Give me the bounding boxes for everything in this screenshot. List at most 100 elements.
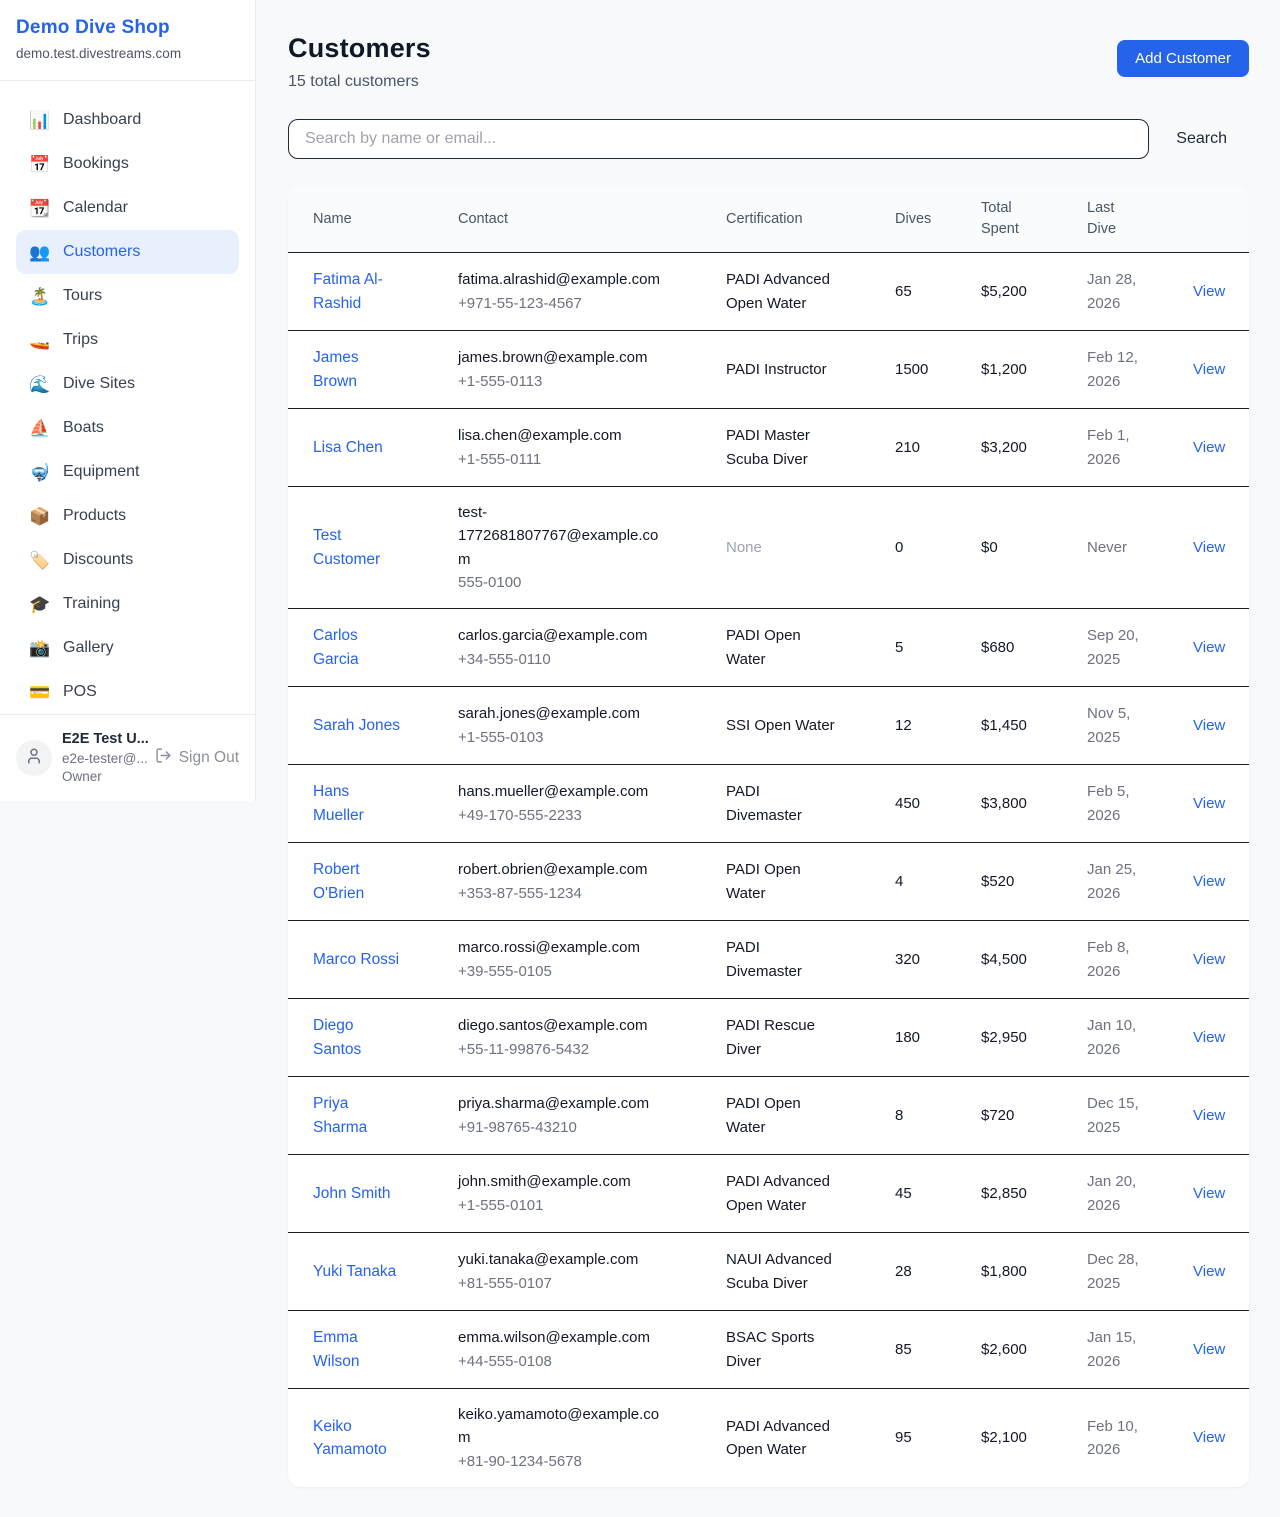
customer-certification: PADI Divemaster [726, 780, 838, 827]
customer-certification: PADI Master Scuba Diver [726, 424, 838, 471]
view-link[interactable]: View [1193, 1185, 1225, 1202]
sidebar-item-label: Gallery [63, 639, 114, 657]
sidebar-item-customers[interactable]: 👥 Customers [16, 230, 239, 274]
sidebar-item-products[interactable]: 📦 Products [16, 494, 239, 538]
customer-certification: PADI Advanced Open Water [726, 268, 838, 315]
customer-email: yuki.tanaka@example.com [458, 1248, 666, 1271]
sidebar-item-label: Trips [63, 331, 98, 349]
customer-total-spent: $2,600 [969, 1311, 1075, 1389]
customer-certification: PADI Open Water [726, 858, 838, 905]
customer-phone: 555-0100 [458, 571, 666, 594]
search-input[interactable] [288, 119, 1149, 159]
avatar [16, 740, 52, 776]
customer-name-link[interactable]: Emma Wilson [313, 1326, 403, 1373]
view-link[interactable]: View [1193, 439, 1225, 456]
user-info: E2E Test U... e2e-tester@... Owner [62, 730, 145, 786]
gallery-icon: 📸 [29, 640, 50, 657]
main-content: Customers 15 total customers Add Custome… [256, 0, 1280, 1517]
sidebar-item-bookings[interactable]: 📅 Bookings [16, 142, 239, 186]
customer-name-link[interactable]: Hans Mueller [313, 780, 403, 827]
customer-name-link[interactable]: Diego Santos [313, 1014, 403, 1061]
search-button[interactable]: Search [1176, 130, 1227, 148]
customer-name-link[interactable]: James Brown [313, 346, 403, 393]
customer-phone: +81-90-1234-5678 [458, 1450, 666, 1473]
customer-email: robert.obrien@example.com [458, 858, 666, 881]
sidebar-item-dashboard[interactable]: 📊 Dashboard [16, 98, 239, 142]
customer-phone: +44-555-0108 [458, 1350, 666, 1373]
table-row: Robert O'Brien robert.obrien@example.com… [288, 843, 1249, 921]
customer-name-link[interactable]: Keiko Yamamoto [313, 1415, 403, 1462]
sidebar-item-label: Dashboard [63, 111, 141, 129]
customer-email: carlos.garcia@example.com [458, 624, 666, 647]
view-link[interactable]: View [1193, 951, 1225, 968]
column-header-name: Name [288, 186, 446, 253]
user-name: E2E Test U... [62, 730, 145, 750]
bookings-icon: 📅 [29, 156, 50, 173]
sidebar-item-discounts[interactable]: 🏷️ Discounts [16, 538, 239, 582]
sidebar-item-boats[interactable]: ⛵ Boats [16, 406, 239, 450]
view-link[interactable]: View [1193, 717, 1225, 734]
tours-icon: 🏝️ [29, 288, 50, 305]
view-link[interactable]: View [1193, 873, 1225, 890]
customer-phone: +353-87-555-1234 [458, 882, 666, 905]
customer-email: john.smith@example.com [458, 1170, 666, 1193]
customer-name-link[interactable]: Lisa Chen [313, 436, 383, 459]
customer-dives: 85 [883, 1311, 969, 1389]
customer-email: test-1772681807767@example.com [458, 501, 666, 571]
customer-last-dive: Jan 15, 2026 [1087, 1326, 1143, 1373]
customer-name-link[interactable]: Test Customer [313, 524, 403, 571]
sidebar-item-equipment[interactable]: 🤿 Equipment [16, 450, 239, 494]
customer-name-link[interactable]: Priya Sharma [313, 1092, 403, 1139]
view-link[interactable]: View [1193, 361, 1225, 378]
view-link[interactable]: View [1193, 1107, 1225, 1124]
sidebar-item-training[interactable]: 🎓 Training [16, 582, 239, 626]
sidebar-item-pos[interactable]: 💳 POS [16, 670, 239, 714]
sidebar-item-trips[interactable]: 🚤 Trips [16, 318, 239, 362]
view-link[interactable]: View [1193, 1429, 1225, 1446]
sidebar-item-label: POS [63, 683, 97, 701]
column-header-contact: Contact [446, 186, 714, 253]
customer-certification: BSAC Sports Diver [726, 1326, 838, 1373]
sidebar-item-label: Discounts [63, 551, 133, 569]
customer-email: hans.mueller@example.com [458, 780, 666, 803]
view-link[interactable]: View [1193, 1341, 1225, 1358]
column-header-total-spent: Total Spent [969, 186, 1075, 253]
customer-last-dive: Jan 28, 2026 [1087, 268, 1143, 315]
customer-last-dive: Feb 12, 2026 [1087, 346, 1143, 393]
shop-name: Demo Dive Shop [16, 17, 239, 39]
customer-count: 15 total customers [288, 73, 431, 91]
customer-name-link[interactable]: Carlos Garcia [313, 624, 403, 671]
view-link[interactable]: View [1193, 539, 1225, 556]
customer-certification: PADI Open Water [726, 624, 838, 671]
view-link[interactable]: View [1193, 795, 1225, 812]
column-header-actions [1181, 186, 1249, 253]
view-link[interactable]: View [1193, 1029, 1225, 1046]
customer-dives: 5 [883, 609, 969, 687]
sidebar-item-dive-sites[interactable]: 🌊 Dive Sites [16, 362, 239, 406]
sidebar-item-calendar[interactable]: 📆 Calendar [16, 186, 239, 230]
customer-total-spent: $1,200 [969, 331, 1075, 409]
sidebar-nav: 📊 Dashboard 📅 Bookings 📆 Calendar 👥 Cust… [0, 81, 255, 714]
view-link[interactable]: View [1193, 1263, 1225, 1280]
sidebar-item-tours[interactable]: 🏝️ Tours [16, 274, 239, 318]
customer-name-link[interactable]: Marco Rossi [313, 948, 399, 971]
customer-name-link[interactable]: Robert O'Brien [313, 858, 403, 905]
customer-name-link[interactable]: John Smith [313, 1182, 391, 1205]
customer-name-link[interactable]: Fatima Al-Rashid [313, 268, 403, 315]
customers-table: Name Contact Certification Dives Total S… [288, 186, 1249, 1487]
customer-total-spent: $2,100 [969, 1389, 1075, 1487]
equipment-icon: 🤿 [29, 464, 50, 481]
view-link[interactable]: View [1193, 283, 1225, 300]
customer-total-spent: $520 [969, 843, 1075, 921]
view-link[interactable]: View [1193, 639, 1225, 656]
sign-out-button[interactable]: Sign Out [155, 747, 239, 769]
customer-phone: +1-555-0101 [458, 1194, 666, 1217]
customer-name-link[interactable]: Sarah Jones [313, 714, 400, 737]
sidebar-item-gallery[interactable]: 📸 Gallery [16, 626, 239, 670]
pos-icon: 💳 [29, 684, 50, 701]
add-customer-button[interactable]: Add Customer [1117, 40, 1249, 77]
customer-last-dive: Sep 20, 2025 [1087, 624, 1143, 671]
customer-name-link[interactable]: Yuki Tanaka [313, 1260, 396, 1283]
customer-email: diego.santos@example.com [458, 1014, 666, 1037]
table-header-row: Name Contact Certification Dives Total S… [288, 186, 1249, 253]
